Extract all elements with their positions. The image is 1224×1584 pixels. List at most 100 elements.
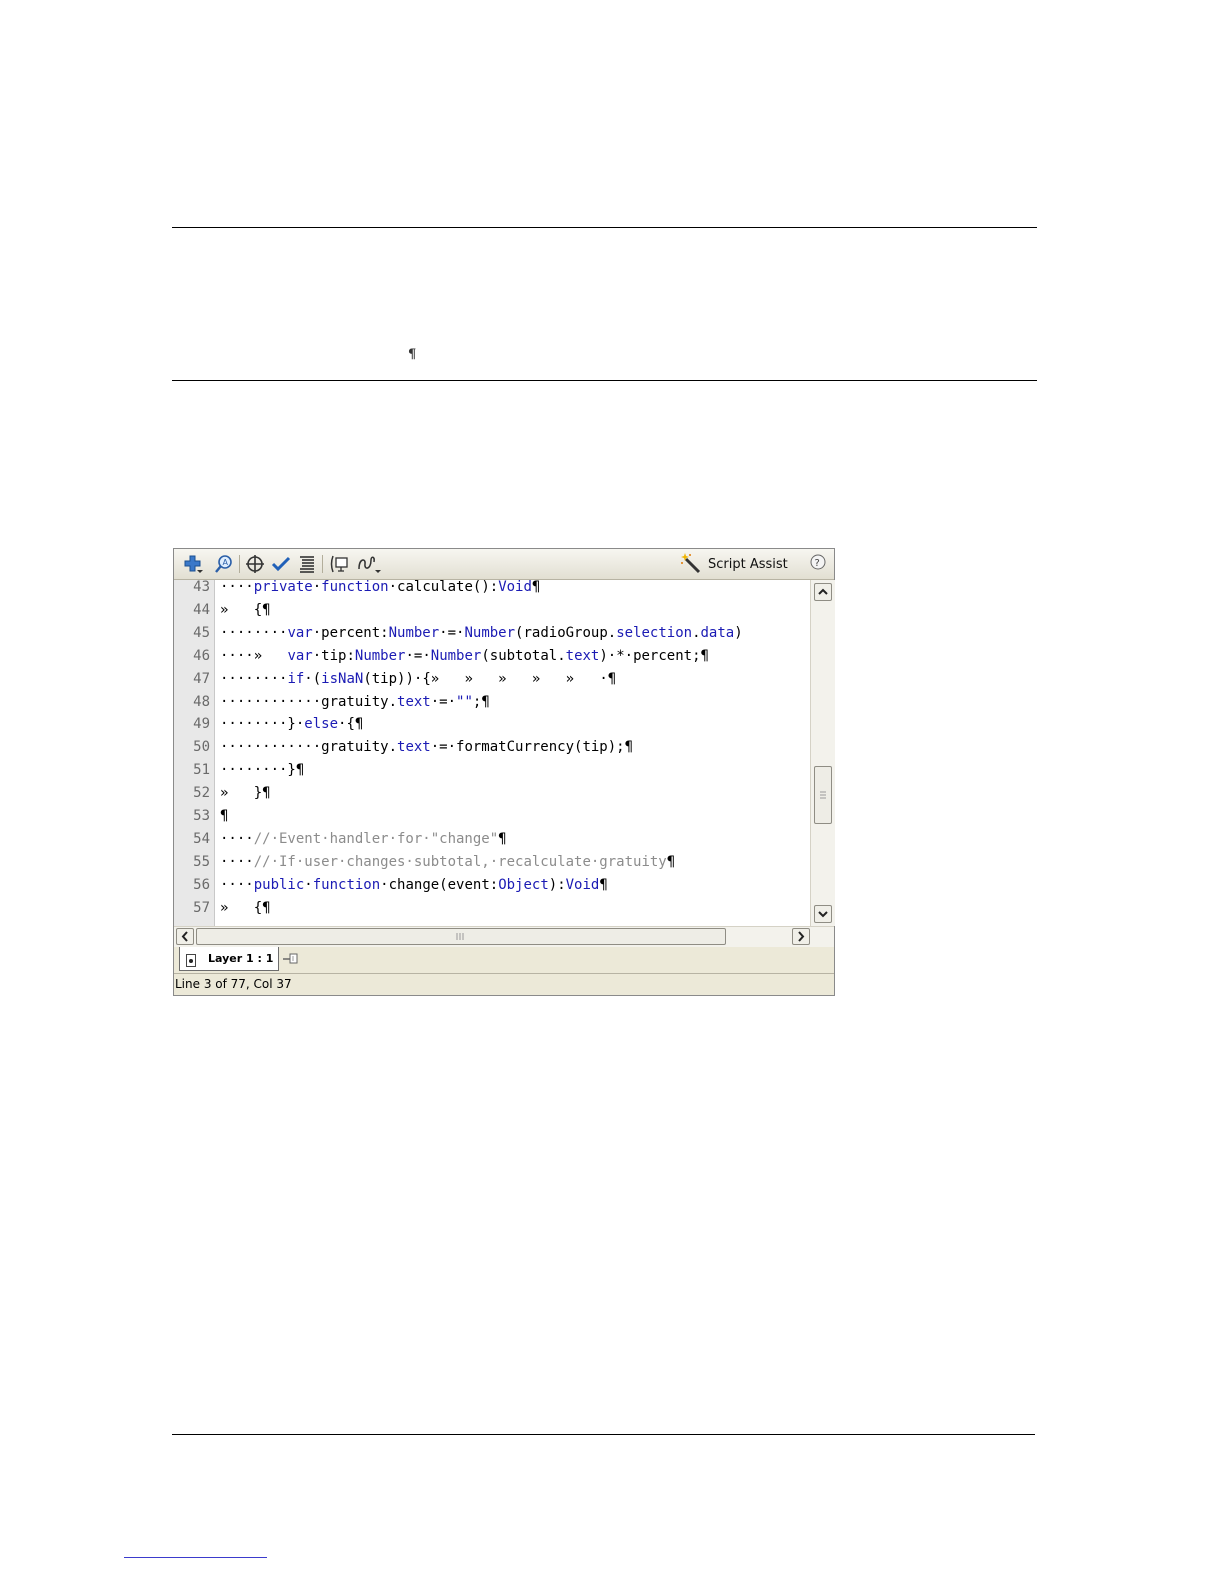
vertical-scrollbar[interactable]: [810, 580, 835, 926]
script-tab-bar: Layer 1 : 1: [174, 947, 834, 974]
code-line[interactable]: 55 ····//·If·user·changes·subtotal,·recal…: [174, 851, 810, 873]
code-keyword: Number: [464, 624, 516, 641]
code-line[interactable]: 51 ········}¶: [174, 759, 810, 781]
code-token: ····: [220, 830, 254, 847]
code-token: ·tip:: [312, 647, 355, 664]
code-text: ····public·function·change(event:Object)…: [220, 874, 608, 896]
code-token: (tip))·{» » » » » ·¶: [363, 670, 617, 687]
actions-editor-window: A Script Assist ? 43 ····private·functio…: [173, 548, 835, 996]
code-line[interactable]: 43 ····private·function·calculate():Void¶: [174, 580, 810, 598]
scroll-left-button[interactable]: [176, 928, 194, 945]
code-line[interactable]: 52 » }¶: [174, 782, 810, 804]
code-keyword: var: [287, 647, 313, 664]
code-token: ):: [548, 876, 566, 893]
code-text: » {¶: [220, 897, 271, 919]
chevron-up-icon: [818, 588, 828, 595]
footer-rule: [172, 1434, 1035, 1435]
code-token: ): [734, 624, 743, 641]
scroll-down-button[interactable]: [814, 905, 832, 923]
code-token: ·=·: [430, 693, 457, 710]
horizontal-scroll-thumb[interactable]: [196, 928, 726, 945]
code-comment: //·If·user·changes·subtotal,·recalculate…: [253, 853, 667, 870]
code-line[interactable]: 54 ····//·Event·handler·for·"change"¶: [174, 828, 810, 850]
code-line[interactable]: 53 ¶: [174, 805, 810, 827]
debug-options-icon[interactable]: [356, 554, 382, 574]
code-keyword: if: [287, 670, 305, 687]
code-keyword: public: [253, 876, 305, 893]
code-line[interactable]: 56 ····public·function·change(event:Objec…: [174, 874, 810, 896]
code-text: ············gratuity.text·=·"";¶: [220, 691, 490, 713]
line-number: 53: [193, 808, 210, 824]
line-number: 56: [193, 876, 210, 893]
code-text: » {¶: [220, 599, 271, 621]
tab-layer-label: Layer 1 : 1: [208, 952, 274, 965]
code-keyword: isNaN: [321, 670, 364, 687]
code-line[interactable]: 47 ········if·(isNaN(tip))·{» » » » » ·¶: [174, 668, 810, 690]
code-keyword: text: [397, 693, 431, 710]
code-token: ·{¶: [338, 716, 364, 733]
add-statement-icon[interactable]: [183, 554, 203, 574]
script-document-icon: [186, 952, 196, 967]
horizontal-scrollbar[interactable]: [174, 926, 834, 947]
line-number: 49: [193, 716, 210, 733]
code-line[interactable]: 46 ····» var·tip:Number·=·Number(subtotal…: [174, 645, 810, 667]
tab-layer-1[interactable]: Layer 1 : 1: [179, 947, 279, 971]
insert-target-path-icon[interactable]: [245, 554, 265, 574]
code-token: ········}¶: [220, 762, 305, 779]
help-icon[interactable]: ?: [810, 554, 826, 570]
line-number: 47: [193, 670, 210, 687]
show-code-hint-icon[interactable]: [329, 554, 349, 574]
code-keyword: Void: [565, 876, 600, 893]
vertical-scroll-thumb[interactable]: [814, 766, 832, 824]
code-token: ;¶: [472, 693, 490, 710]
code-keyword: function: [312, 876, 381, 893]
code-keyword: Number: [354, 647, 406, 664]
toolbar-divider: [322, 555, 323, 573]
code-token: ····»: [220, 647, 288, 664]
code-text: ········var·percent:Number·=·Number(radi…: [220, 622, 743, 644]
code-token: ·(: [304, 670, 322, 687]
code-token: )·*·percent;¶: [599, 647, 709, 664]
code-text: ····//·Event·handler·for·"change"¶: [220, 828, 507, 850]
code-line[interactable]: 49 ········}·else·{¶: [174, 713, 810, 735]
code-token: ········: [220, 670, 288, 687]
code-line[interactable]: 45 ········var·percent:Number·=·Number(ra…: [174, 622, 810, 644]
line-number: 43: [193, 580, 210, 595]
pin-script-icon[interactable]: [282, 951, 300, 967]
scroll-up-button[interactable]: [814, 583, 832, 601]
code-token: ¶: [531, 580, 541, 595]
code-token: ·calculate():: [388, 580, 499, 595]
code-token: ·=·formatCurrency(tip);¶: [430, 739, 634, 756]
svg-text:?: ?: [815, 558, 820, 569]
code-keyword: text: [397, 739, 431, 756]
scroll-right-button[interactable]: [792, 928, 810, 945]
code-token: (radioGroup.: [515, 624, 617, 641]
svg-text:A: A: [223, 558, 229, 567]
line-number: 50: [193, 739, 210, 756]
code-line[interactable]: 48 ············gratuity.text·=·"";¶: [174, 691, 810, 713]
code-token: ····: [220, 580, 254, 595]
code-comment: //·Event·handler·for·"change": [253, 830, 499, 847]
script-pane[interactable]: 43 ····private·function·calculate():Void¶…: [174, 580, 810, 926]
code-token: » {¶: [220, 601, 271, 618]
code-token: » }¶: [220, 785, 271, 802]
code-keyword: "": [456, 693, 473, 710]
header-rule-bottom: [172, 380, 1037, 381]
auto-format-icon[interactable]: [297, 554, 317, 574]
code-line[interactable]: 50 ············gratuity.text·=·formatCurr…: [174, 736, 810, 758]
line-number: 57: [193, 899, 210, 916]
code-text: ········if·(isNaN(tip))·{» » » » » ·¶: [220, 668, 616, 690]
code-text: ····//·If·user·changes·subtotal,·recalcu…: [220, 851, 675, 873]
code-token: » {¶: [220, 899, 271, 916]
script-assist-button[interactable]: Script Assist: [680, 553, 790, 575]
find-icon[interactable]: A: [214, 554, 234, 574]
footer-link-underline: [124, 1557, 267, 1558]
code-line[interactable]: 57 » {¶: [174, 897, 810, 919]
line-number: 52: [193, 785, 210, 802]
line-number: 45: [193, 624, 210, 641]
code-line[interactable]: 44 » {¶: [174, 599, 810, 621]
code-token: ·: [304, 876, 313, 893]
check-syntax-icon[interactable]: [271, 554, 291, 574]
editor-toolbar: A Script Assist ?: [174, 549, 834, 580]
status-text: Line 3 of 77, Col 37: [175, 977, 292, 991]
